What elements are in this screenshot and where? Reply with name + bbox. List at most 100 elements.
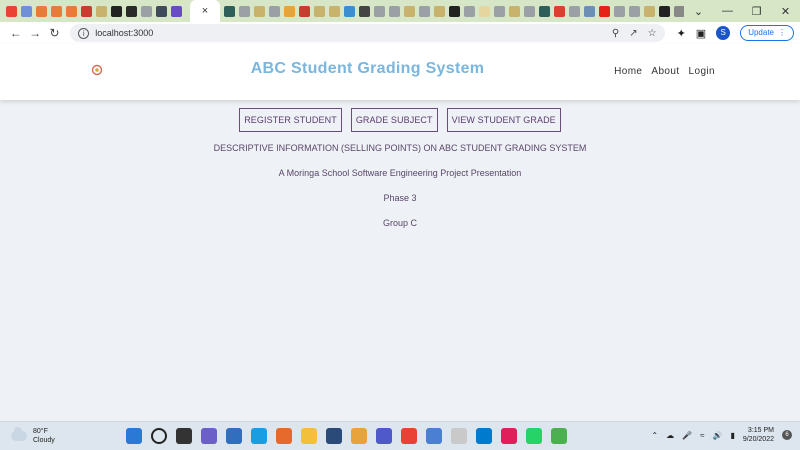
- nav-home-link[interactable]: Home: [614, 66, 642, 77]
- tab-google-icon[interactable]: [614, 5, 625, 17]
- notepad-icon[interactable]: [426, 428, 442, 444]
- notification-badge[interactable]: 6: [782, 430, 792, 440]
- volume-icon[interactable]: 🔊: [712, 431, 722, 440]
- tab-icon[interactable]: [66, 5, 77, 17]
- chrome-icon[interactable]: [401, 428, 417, 444]
- restore-icon[interactable]: ❐: [742, 5, 771, 18]
- nav-login-link[interactable]: Login: [689, 66, 715, 77]
- close-icon[interactable]: ×: [202, 5, 208, 17]
- tab-google-icon[interactable]: [141, 5, 152, 17]
- app-icon[interactable]: [351, 428, 367, 444]
- tab-icon[interactable]: [509, 5, 520, 17]
- clock[interactable]: 3:15 PM 9/20/2022: [743, 426, 774, 444]
- more-menu-icon: ⋮: [778, 28, 786, 37]
- battery-icon[interactable]: ▮: [730, 431, 734, 440]
- tab-google-icon[interactable]: [569, 5, 580, 17]
- tab-icon[interactable]: [314, 5, 325, 17]
- tab-icon[interactable]: [479, 5, 490, 17]
- clock-time: 3:15 PM: [747, 427, 774, 434]
- tab-google-icon[interactable]: [389, 5, 400, 17]
- tab-google-icon[interactable]: [524, 5, 535, 17]
- minimize-icon[interactable]: —: [713, 5, 742, 17]
- side-panel-icon[interactable]: ▣: [696, 27, 706, 40]
- tab-icon[interactable]: [284, 5, 295, 17]
- forward-icon[interactable]: →: [25, 26, 44, 40]
- tab-icon[interactable]: [254, 5, 265, 17]
- tab-google-icon[interactable]: [374, 5, 385, 17]
- wifi-icon[interactable]: ≈: [700, 431, 704, 440]
- chevron-up-icon[interactable]: ⌃: [651, 431, 658, 440]
- tab-search-icon[interactable]: ⌄: [684, 5, 713, 18]
- tab-icon[interactable]: [359, 5, 370, 17]
- tab-icon[interactable]: [51, 5, 62, 17]
- document-icon[interactable]: [451, 428, 467, 444]
- teams-icon[interactable]: [376, 428, 392, 444]
- tab-icon[interactable]: [111, 5, 122, 17]
- tab-icon[interactable]: [21, 5, 32, 17]
- back-icon[interactable]: ←: [6, 26, 25, 40]
- microphone-icon[interactable]: 🎤: [682, 431, 692, 440]
- tab-icon[interactable]: [81, 5, 92, 17]
- profile-avatar[interactable]: S: [716, 26, 731, 40]
- tab-icon[interactable]: [644, 5, 655, 17]
- tab-icon[interactable]: [156, 5, 167, 17]
- tab-icon[interactable]: [674, 5, 684, 17]
- file-explorer-icon[interactable]: [301, 428, 317, 444]
- onedrive-cloud-icon[interactable]: ☁: [666, 431, 674, 440]
- register-student-button[interactable]: REGISTER STUDENT: [239, 108, 342, 132]
- tab-icon[interactable]: [554, 5, 565, 17]
- tab-icon[interactable]: [171, 5, 182, 17]
- whatsapp-icon[interactable]: [526, 428, 542, 444]
- virtualbox-icon[interactable]: [326, 428, 342, 444]
- tab-google-icon[interactable]: [629, 5, 640, 17]
- tab-icon[interactable]: [36, 5, 47, 17]
- zoom-icon[interactable]: ⚲: [612, 28, 619, 39]
- chat-icon[interactable]: [201, 428, 217, 444]
- slack-icon[interactable]: [501, 428, 517, 444]
- search-icon[interactable]: [151, 428, 167, 444]
- tab-icon[interactable]: [96, 5, 107, 17]
- tab-google-icon[interactable]: [269, 5, 280, 17]
- phase-label: Phase 3: [383, 193, 417, 203]
- start-windows-icon[interactable]: [126, 428, 142, 444]
- mail-icon[interactable]: [226, 428, 242, 444]
- share-icon[interactable]: ↗: [629, 28, 637, 39]
- tab-google-icon[interactable]: [494, 5, 505, 17]
- tab-google-icon[interactable]: [239, 5, 250, 17]
- tab-google-icon[interactable]: [464, 5, 475, 17]
- update-button[interactable]: Update ⋮: [740, 25, 794, 41]
- nav-about-link[interactable]: About: [651, 66, 679, 77]
- tab-icon[interactable]: [404, 5, 415, 17]
- tab-github-icon[interactable]: [126, 5, 137, 17]
- weather-widget[interactable]: 80°F Cloudy: [11, 427, 55, 445]
- tab-google-icon[interactable]: [419, 5, 430, 17]
- tab-icon[interactable]: [344, 5, 355, 17]
- tab-icon[interactable]: [299, 5, 310, 17]
- tab-icon[interactable]: [434, 5, 445, 17]
- bookmark-star-icon[interactable]: ☆: [648, 28, 657, 39]
- os-taskbar: 80°F Cloudy ⌃ ☁ 🎤 ≈ 🔊 ▮ 3:15 PM 9/20/202…: [0, 421, 800, 450]
- task-view-icon[interactable]: [176, 428, 192, 444]
- address-bar[interactable]: i localhost:3000 ⚲ ↗ ☆: [70, 24, 665, 42]
- tab-gmail-icon[interactable]: [6, 5, 17, 17]
- extensions-puzzle-icon[interactable]: ✦: [677, 27, 686, 40]
- reload-icon[interactable]: ↻: [45, 26, 64, 40]
- active-tab[interactable]: ×: [190, 0, 220, 22]
- view-student-grade-button[interactable]: VIEW STUDENT GRADE: [446, 108, 561, 132]
- edge-icon[interactable]: [251, 428, 267, 444]
- tab-icon[interactable]: [659, 5, 670, 17]
- tab-icon[interactable]: [449, 5, 460, 17]
- window-controls: ⌄ — ❐ ✕: [684, 0, 800, 22]
- tab-youtube-icon[interactable]: [599, 5, 610, 17]
- tab-icon[interactable]: [539, 5, 550, 17]
- grade-subject-button[interactable]: GRADE SUBJECT: [350, 108, 438, 132]
- vscode-icon[interactable]: [476, 428, 492, 444]
- chrome-active-icon[interactable]: [551, 428, 567, 444]
- tab-icon[interactable]: [329, 5, 340, 17]
- firefox-icon[interactable]: [276, 428, 292, 444]
- address-url[interactable]: localhost:3000: [95, 28, 612, 38]
- site-info-icon[interactable]: i: [78, 27, 90, 39]
- tab-icon[interactable]: [224, 5, 235, 17]
- tab-icon[interactable]: [584, 5, 595, 17]
- close-window-icon[interactable]: ✕: [771, 5, 800, 18]
